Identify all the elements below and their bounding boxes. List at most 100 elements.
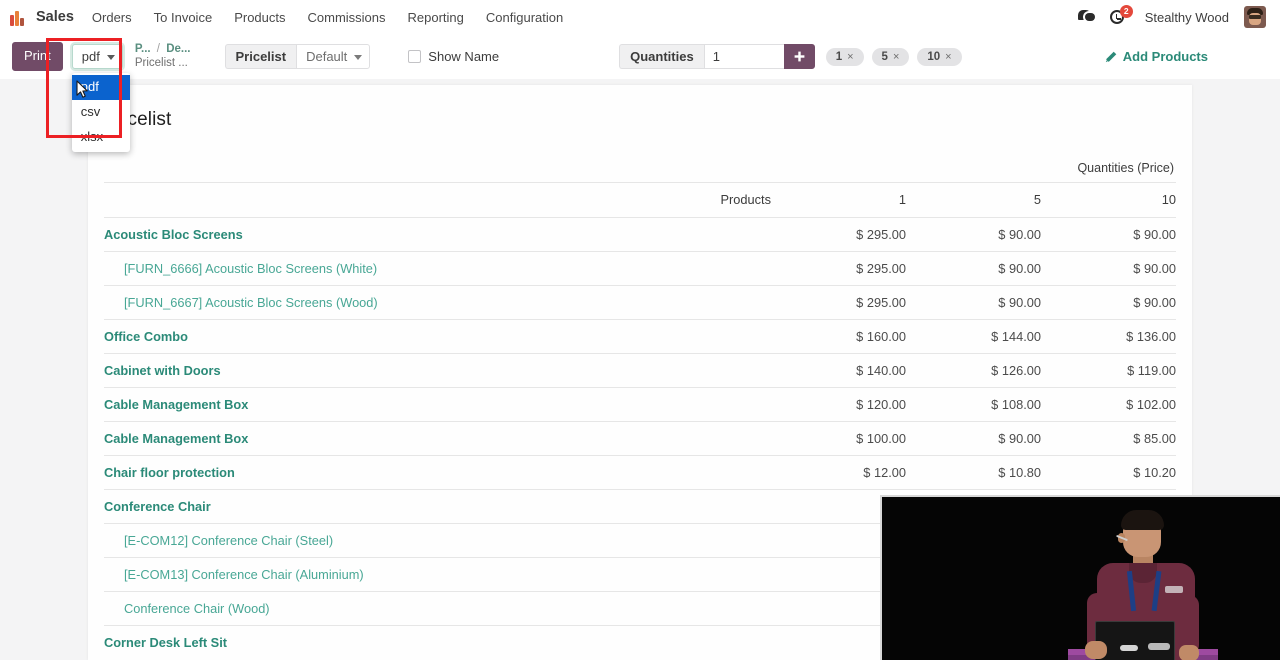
price-cell-qty-5: $ 90.00 — [906, 421, 1041, 456]
quantities-price-header: Quantities (Price) — [1077, 161, 1174, 175]
show-name-checkbox-wrap[interactable]: Show Name — [408, 49, 499, 64]
column-header-qty-10: 10 — [1041, 182, 1176, 218]
dropdown-option-xlsx[interactable]: xlsx — [72, 125, 130, 150]
column-header-qty-1: 1 — [771, 182, 906, 218]
table-row: Cable Management Box $ 100.00 $ 90.00 $ 85.… — [104, 421, 1176, 456]
product-name-cell: Conference Chair — [104, 489, 771, 524]
price-cell-qty-1: $ 120.00 — [771, 387, 906, 422]
show-name-label: Show Name — [428, 49, 500, 64]
table-head: Products 1 5 10 — [104, 182, 1176, 218]
product-name-cell: Cabinet with Doors — [104, 353, 771, 388]
price-cell-qty-5: $ 90.00 — [906, 251, 1041, 286]
nav-item-configuration[interactable]: Configuration — [486, 10, 563, 25]
dropdown-option-csv[interactable]: csv — [72, 100, 130, 125]
nav-item-reporting[interactable]: Reporting — [408, 10, 464, 25]
nav-item-to-invoice[interactable]: To Invoice — [154, 10, 213, 25]
product-name-cell: Chair floor protection — [104, 455, 771, 490]
product-link[interactable]: Corner Desk Left Sit — [104, 635, 227, 650]
chevron-down-icon — [354, 54, 363, 60]
close-icon[interactable]: × — [893, 51, 899, 63]
pricelist-selector-group: Pricelist Default — [224, 44, 371, 69]
pricelist-value: Default — [306, 49, 348, 64]
nav-item-products[interactable]: Products — [234, 10, 285, 25]
product-link[interactable]: Cable Management Box — [104, 431, 248, 446]
clock-activity-icon[interactable]: 2 — [1109, 5, 1133, 26]
product-variant-link[interactable]: Conference Chair (Wood) — [104, 601, 270, 616]
pricelist-select[interactable]: Default — [296, 44, 371, 69]
product-link[interactable]: Cable Management Box — [104, 397, 248, 412]
price-cell-qty-5: $ 90.00 — [906, 285, 1041, 320]
table-row: Cabinet with Doors $ 140.00 $ 126.00 $ 119.… — [104, 353, 1176, 388]
product-variant-link[interactable]: [FURN_6666] Acoustic Bloc Screens (White… — [104, 261, 377, 276]
quantities-group: Quantities — [619, 44, 815, 69]
product-name-cell: Office Combo — [104, 319, 771, 354]
product-name-cell: [E-COM13] Conference Chair (Aluminium) — [104, 557, 771, 592]
product-name-cell: Cable Management Box — [104, 421, 771, 456]
nav-item-commissions[interactable]: Commissions — [308, 10, 386, 25]
product-link[interactable]: Cabinet with Doors — [104, 363, 221, 378]
chat-bubble-icon[interactable] — [1077, 10, 1095, 24]
quantity-chip-5[interactable]: 5 × — [871, 47, 910, 66]
price-cell-qty-10: $ 90.00 — [1041, 217, 1176, 252]
product-link[interactable]: Conference Chair — [104, 499, 211, 514]
pencil-edit-icon — [1105, 51, 1117, 63]
app-root: Sales Orders To Invoice Products Commiss… — [0, 0, 1280, 660]
product-link[interactable]: Chair floor protection — [104, 465, 235, 480]
price-cell-qty-1: $ 295.00 — [771, 285, 906, 320]
price-cell-qty-1: $ 295.00 — [771, 217, 906, 252]
price-cell-qty-1: $ 160.00 — [771, 319, 906, 354]
dropdown-option-pdf[interactable]: pdf — [71, 75, 130, 100]
product-link[interactable]: Acoustic Bloc Screens — [104, 227, 243, 242]
activity-count-badge: 2 — [1119, 5, 1133, 18]
top-navbar: Sales Orders To Invoice Products Commiss… — [0, 0, 1280, 34]
quantity-chips: 1 × 5 × 10 × — [825, 47, 962, 66]
product-name-cell: Conference Chair (Wood) — [104, 591, 771, 626]
breadcrumb-separator: / — [156, 43, 160, 56]
product-variant-link[interactable]: [FURN_6667] Acoustic Bloc Screens (Wood) — [104, 295, 378, 310]
avatar[interactable] — [1244, 6, 1266, 28]
main-menu: Orders To Invoice Products Commissions R… — [92, 10, 563, 25]
table-row: Chair floor protection $ 12.00 $ 10.80 $ 10… — [104, 455, 1176, 490]
export-format-select[interactable]: pdf — [71, 44, 123, 69]
price-cell-qty-1: $ 12.00 — [771, 455, 906, 490]
add-quantity-button[interactable] — [783, 44, 815, 69]
plus-icon — [794, 51, 805, 62]
price-cell-qty-1: $ 140.00 — [771, 353, 906, 388]
product-name-cell: Cable Management Box — [104, 387, 771, 422]
quantities-input[interactable] — [703, 44, 784, 69]
chip-label: 1 — [835, 50, 843, 63]
product-name-cell: [FURN_6667] Acoustic Bloc Screens (Wood) — [104, 285, 771, 320]
nav-item-orders[interactable]: Orders — [92, 10, 132, 25]
table-row: Office Combo $ 160.00 $ 144.00 $ 136.00 — [104, 319, 1176, 354]
price-cell-qty-10: $ 85.00 — [1041, 421, 1176, 456]
price-cell-qty-5: $ 108.00 — [906, 387, 1041, 422]
presenter-figure — [1085, 510, 1200, 660]
breadcrumb-item-2[interactable]: De... — [166, 43, 190, 55]
control-panel: Print pdf pdf csv xlsx P... / De... Pric… — [0, 34, 1280, 152]
add-products-button[interactable]: Add Products — [1105, 49, 1268, 64]
show-name-checkbox[interactable] — [408, 50, 422, 63]
price-cell-qty-10: $ 136.00 — [1041, 319, 1176, 354]
print-button[interactable]: Print — [12, 42, 63, 71]
product-name-cell: [E-COM12] Conference Chair (Steel) — [104, 523, 771, 558]
user-name[interactable]: Stealthy Wood — [1145, 10, 1229, 25]
breadcrumb: P... / De... Pricelist ... — [135, 43, 191, 69]
pricelist-label: Pricelist — [224, 44, 297, 69]
chip-label: 10 — [927, 50, 941, 63]
price-cell-qty-10: $ 10.20 — [1041, 455, 1176, 490]
quantity-chip-1[interactable]: 1 × — [825, 47, 864, 66]
quantity-chip-10[interactable]: 10 × — [917, 47, 962, 66]
close-icon[interactable]: × — [847, 51, 853, 63]
product-name-cell: Acoustic Bloc Screens — [104, 217, 771, 252]
price-cell-qty-1: $ 295.00 — [771, 251, 906, 286]
presenter-video-overlay[interactable] — [880, 495, 1280, 660]
close-icon[interactable]: × — [945, 51, 951, 63]
product-name-cell: [FURN_6666] Acoustic Bloc Screens (White… — [104, 251, 771, 286]
product-link[interactable]: Office Combo — [104, 329, 188, 344]
product-variant-link[interactable]: [E-COM12] Conference Chair (Steel) — [104, 533, 333, 548]
breadcrumb-item-1[interactable]: P... — [135, 43, 151, 55]
app-brand-name[interactable]: Sales — [36, 9, 74, 25]
product-variant-link[interactable]: [E-COM13] Conference Chair (Aluminium) — [104, 567, 364, 582]
odoo-sales-logo-icon — [10, 9, 27, 26]
chevron-down-icon — [106, 54, 115, 60]
